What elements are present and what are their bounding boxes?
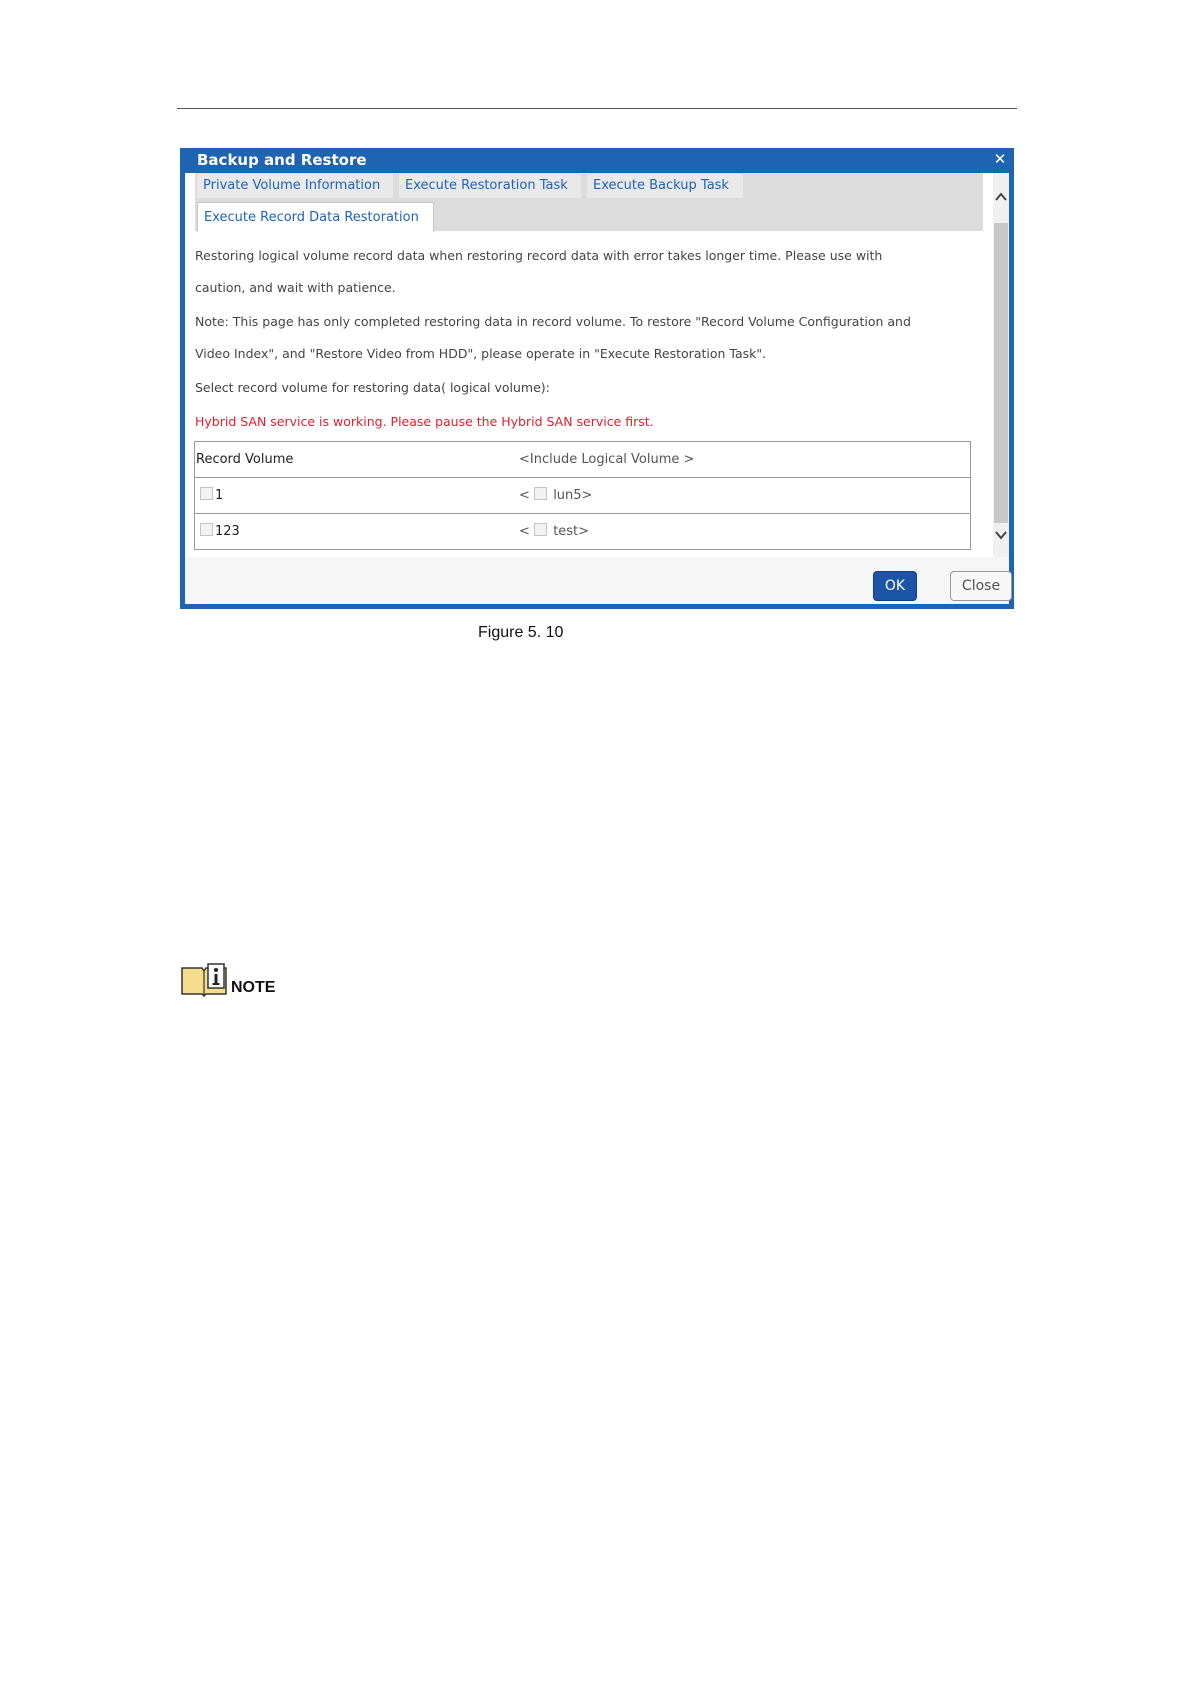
logical-volume-cell: < test>: [519, 523, 589, 541]
logical-volume-checkbox[interactable]: [534, 487, 548, 500]
scrollbar-thumb[interactable]: [994, 223, 1008, 523]
header-include-logical-volume: <Include Logical Volume >: [519, 452, 695, 467]
info-text-line-2: caution, and wait with patience.: [195, 280, 396, 295]
tab-execute-backup-task[interactable]: Execute Backup Task: [587, 174, 743, 198]
table-row: 123 < test>: [195, 514, 970, 550]
record-volume-name: 123: [215, 524, 240, 539]
record-volume-table: Record Volume <Include Logical Volume > …: [194, 441, 971, 550]
info-text-line-1: Restoring logical volume record data whe…: [195, 248, 883, 263]
warning-message: Hybrid SAN service is working. Please pa…: [195, 414, 654, 429]
close-icon[interactable]: ✕: [991, 150, 1009, 168]
info-book-icon: [181, 963, 227, 998]
logical-volume-checkbox[interactable]: [534, 523, 548, 536]
backup-restore-dialog: Backup and Restore ✕ Private Volume Info…: [180, 148, 1014, 609]
table-row: 1 < lun5>: [195, 478, 970, 514]
record-volume-cell: 123: [200, 523, 240, 541]
record-volume-cell: 1: [200, 487, 223, 505]
record-volume-checkbox[interactable]: [200, 523, 213, 536]
chevron-up-icon[interactable]: [993, 187, 1009, 207]
tab-strip: Private Volume Information Execute Resto…: [195, 173, 983, 232]
note-text-line-1: Note: This page has only completed resto…: [195, 314, 911, 329]
logical-volume-cell: < lun5>: [519, 487, 592, 505]
logical-volume-name: lun5>: [553, 488, 593, 503]
page-header-rule: [177, 108, 1017, 109]
logical-volume-name: test>: [553, 524, 590, 539]
tab-execute-record-data-restoration[interactable]: Execute Record Data Restoration: [197, 202, 434, 232]
logical-volume-bracket: <: [519, 524, 530, 539]
note-text-line-2: Video Index", and "Restore Video from HD…: [195, 346, 767, 361]
vertical-scrollbar[interactable]: [993, 173, 1009, 557]
close-button[interactable]: Close: [950, 571, 1012, 601]
record-volume-checkbox[interactable]: [200, 487, 213, 500]
chevron-down-icon[interactable]: [993, 525, 1009, 545]
table-header-row: Record Volume <Include Logical Volume >: [195, 442, 970, 478]
logical-volume-bracket: <: [519, 488, 530, 503]
tab-private-volume-information[interactable]: Private Volume Information: [197, 174, 393, 198]
dialog-body: Private Volume Information Execute Resto…: [185, 173, 1012, 604]
ok-button[interactable]: OK: [873, 571, 917, 601]
select-volume-instruction: Select record volume for restoring data(…: [195, 380, 550, 395]
dialog-title: Backup and Restore: [197, 151, 367, 169]
figure-caption: Figure 5. 10: [478, 624, 564, 641]
tab-execute-restoration-task[interactable]: Execute Restoration Task: [399, 174, 581, 198]
record-volume-name: 1: [215, 488, 224, 503]
note-callout: NOTE: [180, 962, 300, 1002]
content-area: Private Volume Information Execute Resto…: [185, 173, 993, 557]
header-record-volume: Record Volume: [196, 452, 294, 467]
note-label: NOTE: [231, 979, 276, 996]
